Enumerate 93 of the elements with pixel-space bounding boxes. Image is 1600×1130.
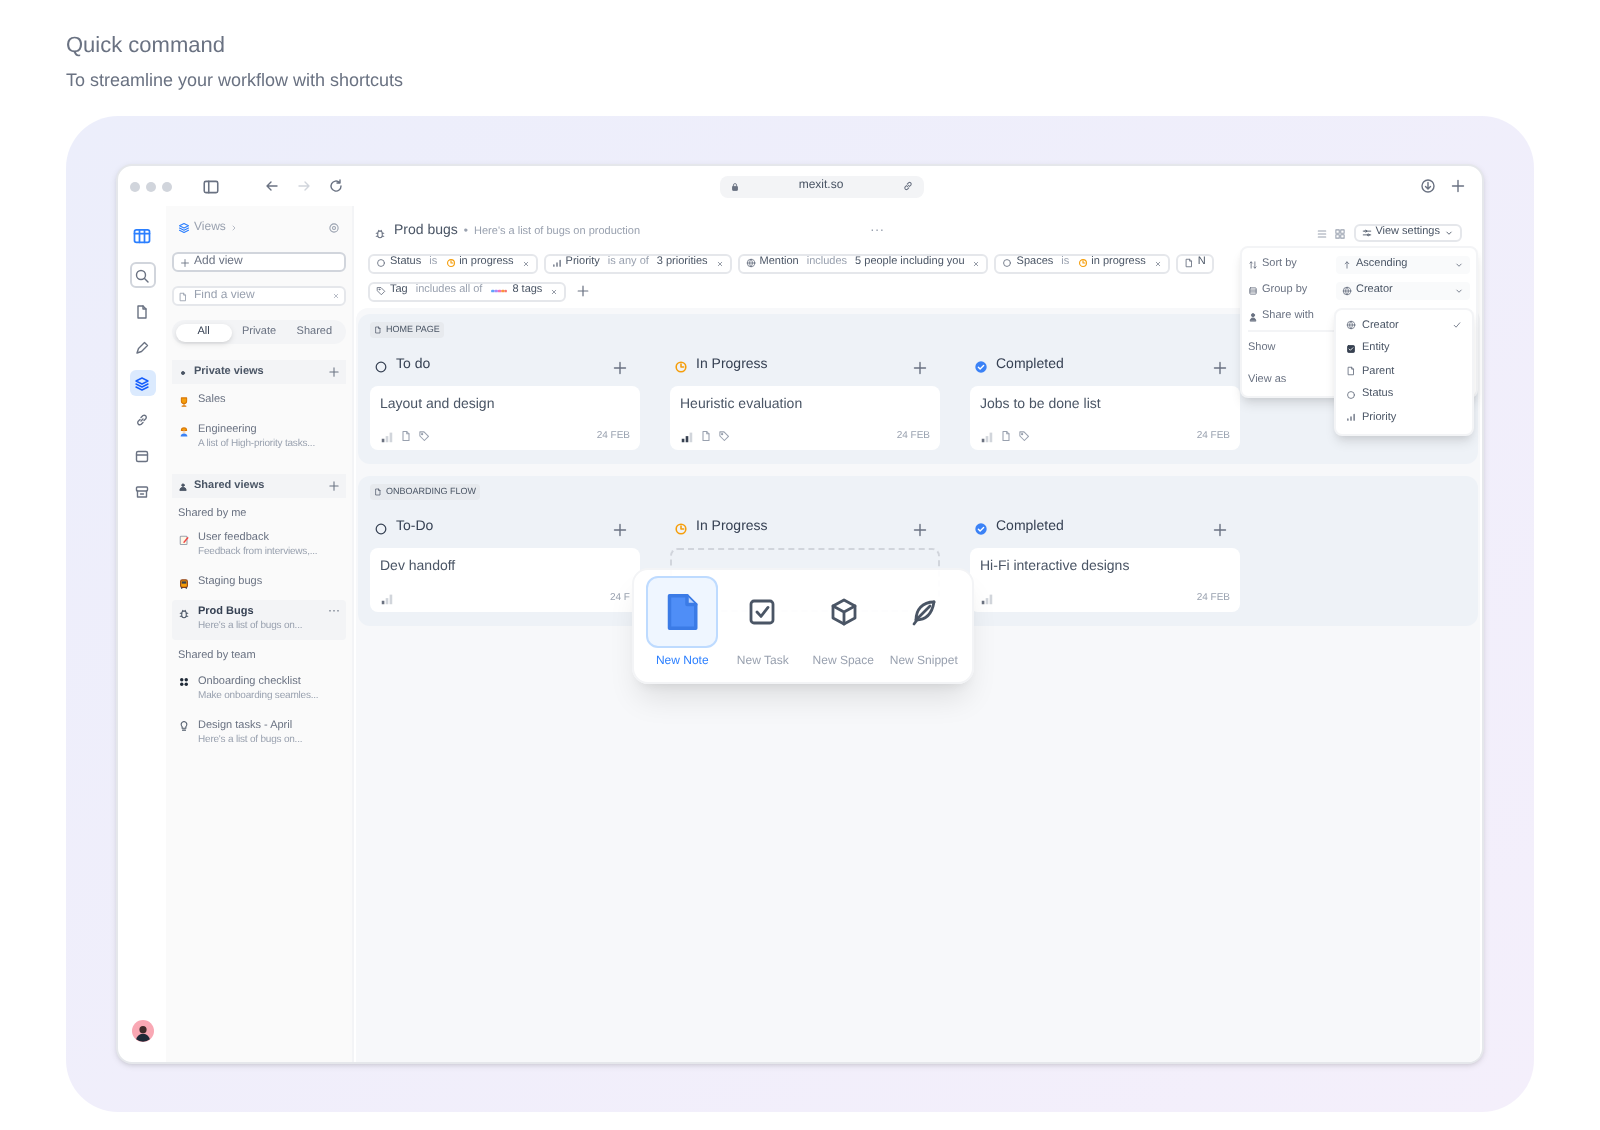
plus-icon (328, 480, 340, 492)
tag-icon (376, 286, 386, 296)
download-icon (1420, 178, 1436, 194)
document-icon (662, 592, 703, 632)
lock-icon (730, 181, 740, 191)
avatar-icon[interactable] (131, 1020, 153, 1042)
plus-icon (1212, 521, 1228, 537)
forward-arrow-icon (296, 178, 312, 194)
document-icon (134, 303, 150, 319)
checkbox-icon (1346, 343, 1356, 354)
document-icon (1183, 258, 1194, 268)
arrow-up-icon (1342, 260, 1352, 270)
document-icon (1000, 430, 1012, 443)
document-icon (400, 430, 412, 443)
bug-icon (374, 227, 386, 239)
signal-bars-icon (380, 591, 394, 606)
settings-icon (328, 222, 340, 234)
link-icon (134, 411, 150, 427)
plus-icon (612, 521, 628, 537)
chevron-down-icon (1444, 228, 1454, 238)
document-icon (374, 488, 382, 496)
signal-bars-icon (551, 258, 562, 268)
clock-icon (1077, 258, 1088, 268)
feather-icon (907, 596, 940, 628)
bulb-icon (178, 720, 190, 732)
plus-icon (912, 359, 928, 375)
document-icon (1346, 366, 1356, 377)
check-circle-icon (974, 522, 988, 536)
signal-bars-icon (380, 429, 394, 444)
tag-icon (718, 430, 730, 443)
signal-bars-icon (1346, 412, 1356, 423)
globe-icon (745, 258, 756, 268)
plus-icon (328, 366, 340, 378)
signal-bars-icon (680, 429, 694, 444)
signal-bars-icon (980, 591, 994, 606)
plus-icon (612, 359, 628, 375)
sort-icon (1248, 260, 1258, 270)
dot-icon (178, 367, 188, 377)
trophy-icon (178, 395, 190, 407)
stack-tab[interactable] (129, 370, 155, 396)
search-tab[interactable] (129, 262, 155, 288)
page-title: Quick command (66, 32, 225, 60)
plus-icon (1450, 178, 1466, 194)
clock-icon (674, 522, 688, 536)
plus-icon (1212, 359, 1228, 375)
circle-icon (376, 258, 386, 268)
chevron-down-icon (1454, 260, 1464, 270)
signal-bars-icon (980, 429, 994, 444)
person-icon (1248, 312, 1258, 322)
search-icon (134, 267, 150, 283)
people-icon (178, 481, 188, 491)
check-circle-icon (974, 360, 988, 374)
circle-icon (374, 522, 388, 536)
chevron-down-icon (1454, 286, 1464, 296)
calendar-icon (134, 447, 150, 463)
grid-view-icon (1333, 227, 1346, 239)
link-icon (902, 180, 914, 192)
document-icon (374, 326, 382, 334)
pen-icon (134, 339, 150, 355)
plus-icon (912, 521, 928, 537)
close-icon (332, 292, 340, 300)
team-icon (178, 676, 190, 688)
globe-icon (1342, 286, 1352, 296)
circle-icon (374, 360, 388, 374)
cube-icon (827, 596, 860, 628)
tag-icon (418, 430, 430, 443)
circle-icon (1002, 258, 1013, 268)
color-dots-icon (490, 286, 509, 296)
tag-icon (1018, 430, 1030, 443)
bus-icon (178, 577, 190, 590)
circle-icon (1346, 389, 1356, 400)
archive-icon (134, 483, 150, 499)
memo-icon (178, 533, 190, 546)
list-view-icon (1315, 227, 1328, 239)
bug-icon (178, 607, 190, 620)
clock-icon (674, 360, 688, 374)
reload-icon (328, 178, 344, 194)
plus-icon (180, 257, 190, 267)
stack-icon (134, 375, 150, 391)
list-icon (1248, 286, 1258, 296)
sliders-icon (1361, 228, 1372, 238)
sidebar-icon (202, 177, 220, 195)
document-icon (700, 430, 712, 443)
page-subtitle: To streamline your workflow with shortcuts (66, 68, 404, 92)
board-icon (132, 226, 152, 246)
back-arrow-icon (264, 178, 280, 194)
clock-icon (445, 258, 456, 268)
globe-icon (1346, 320, 1356, 331)
document-icon (178, 291, 188, 301)
worker-icon (178, 425, 190, 437)
plus-icon (576, 284, 591, 298)
stack-icon (178, 222, 190, 234)
checkbox-icon (746, 596, 779, 628)
